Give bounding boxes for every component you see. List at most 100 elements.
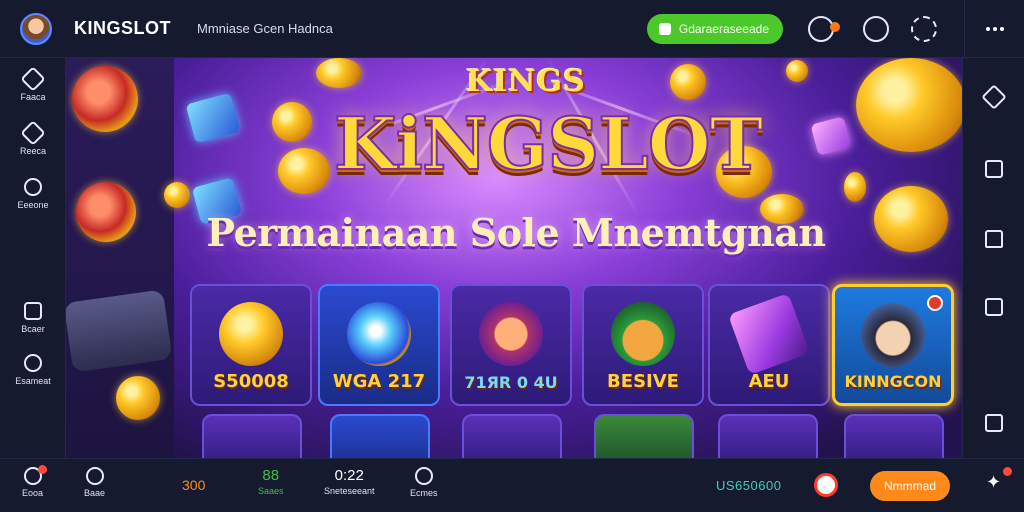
share-icon[interactable] bbox=[985, 414, 1003, 432]
deposit-button[interactable]: Gdaraeraseeade bbox=[646, 14, 783, 44]
treasure-box-decoration bbox=[66, 289, 173, 373]
sidebar-item-label: Reeca bbox=[19, 146, 46, 156]
red-coin-decoration bbox=[76, 182, 136, 242]
coin-decoration bbox=[272, 102, 312, 142]
game-card[interactable]: BESIVE bbox=[582, 284, 704, 406]
hero-title: KiNGSLOT bbox=[333, 101, 764, 186]
support-icon[interactable] bbox=[863, 16, 889, 42]
bottom-nav-value: 0:22 bbox=[334, 467, 364, 484]
header-subtitle: Mmniase Gcen Hadnca bbox=[197, 21, 333, 36]
app-window: KINGSLOT Mmniase Gcen Hadnca Gdaraerasee… bbox=[0, 0, 1024, 512]
bottom-nav-timer[interactable]: Ecmes bbox=[410, 467, 438, 498]
sidebar-item-label: Faaca bbox=[20, 92, 46, 102]
game-card-label: S50008 bbox=[213, 371, 289, 392]
game-card-partial[interactable] bbox=[594, 414, 694, 458]
bottom-nav-value: 88 bbox=[262, 467, 280, 484]
game-card-label: KINNGCON bbox=[844, 372, 942, 391]
sidebar-item-info[interactable]: Esameat bbox=[0, 354, 66, 386]
hero-banner: KINGS KiNGSLOT Permainaan Sole Mnemtgnan… bbox=[66, 58, 962, 458]
bottom-nav-label: Eooa bbox=[22, 488, 44, 498]
hero-character-icon bbox=[861, 303, 925, 367]
more-menu-icon[interactable] bbox=[964, 0, 1024, 58]
red-coin-decoration bbox=[72, 66, 138, 132]
wallet-icon bbox=[24, 302, 42, 320]
coin-decoration bbox=[164, 182, 190, 208]
bottom-nav-chat[interactable]: Baae bbox=[84, 467, 105, 498]
info-icon bbox=[24, 354, 42, 372]
rocket-icon bbox=[23, 465, 47, 485]
loading-icon[interactable] bbox=[911, 16, 937, 42]
sidebar-item-wallet[interactable]: Bcaer bbox=[0, 302, 66, 334]
star-icon[interactable]: ✦ bbox=[986, 467, 1012, 491]
notification-badge bbox=[1003, 467, 1012, 476]
game-card-label: BESIVE bbox=[607, 371, 679, 392]
games-icon bbox=[20, 120, 46, 146]
bottom-nav-label: Baae bbox=[84, 488, 106, 498]
home-icon bbox=[20, 66, 46, 92]
bottom-nav-label: Ecmes bbox=[410, 488, 438, 498]
cat-mascot-icon bbox=[479, 302, 543, 366]
brand-name[interactable]: KINGSLOT bbox=[74, 18, 171, 39]
live-badge-icon bbox=[927, 295, 943, 311]
sidebar-item-label: Esameat bbox=[15, 376, 51, 386]
game-card[interactable]: AEU bbox=[708, 284, 830, 406]
kings-logo-text: KINGS bbox=[466, 64, 586, 99]
coin-decoration bbox=[116, 376, 160, 420]
right-sidebar bbox=[962, 58, 1024, 458]
external-link-icon[interactable] bbox=[985, 160, 1003, 178]
bottom-nav-rocket[interactable]: Eooa bbox=[22, 465, 47, 498]
bottom-nav-label: Saaes bbox=[258, 486, 284, 496]
sidebar-item-games[interactable]: Reeca bbox=[0, 120, 66, 156]
avatar[interactable] bbox=[20, 12, 52, 45]
game-card-partial[interactable] bbox=[718, 414, 818, 458]
game-card-label: AEU bbox=[748, 371, 790, 392]
big-coin-decoration bbox=[856, 58, 962, 152]
hero-tagline: Permainaan Sole Mnemtgnan bbox=[206, 210, 826, 255]
game-card[interactable]: S50008 bbox=[190, 284, 312, 406]
pink-gem-decoration bbox=[810, 116, 852, 156]
timer-icon bbox=[414, 467, 433, 485]
bottom-nav-label: Sneteseeant bbox=[324, 486, 375, 496]
search-icon[interactable] bbox=[814, 473, 838, 497]
crystal-bar-icon bbox=[727, 292, 811, 376]
game-card-partial[interactable] bbox=[462, 414, 562, 458]
play-button[interactable]: Nmmmad bbox=[870, 471, 950, 501]
promo-icon bbox=[24, 178, 42, 196]
game-card-label: 71ЯR 0 4U bbox=[464, 373, 558, 392]
bottom-nav-games[interactable]: 88 Saaes bbox=[258, 467, 284, 496]
bottom-nav-value: 300 bbox=[182, 477, 206, 493]
deposit-button-label: Gdaraeraseeade bbox=[678, 22, 769, 36]
coin-decoration bbox=[786, 60, 808, 82]
coin-decoration bbox=[278, 148, 330, 194]
game-card-partial[interactable] bbox=[844, 414, 944, 458]
game-card-partial[interactable] bbox=[330, 414, 430, 458]
bottom-nav-timer-display[interactable]: 0:22 Sneteseeant bbox=[324, 467, 375, 496]
game-card-selected[interactable]: KINNGCON bbox=[832, 284, 954, 406]
sidebar-item-label: Bcaer bbox=[21, 324, 45, 334]
coin-decoration bbox=[844, 172, 866, 202]
left-sidebar: Faaca Reeca Eeeone Bcaer Esameat bbox=[0, 58, 66, 458]
fox-mascot-icon bbox=[611, 302, 675, 366]
game-card[interactable]: WGA 217 bbox=[318, 284, 440, 406]
grid-icon[interactable] bbox=[985, 298, 1003, 316]
bottom-bar: Eooa Baae 300 88 Saaes 0:22 Sneteseeant … bbox=[0, 458, 1024, 512]
coin-decoration bbox=[670, 64, 706, 100]
gold-coin-icon bbox=[219, 302, 283, 366]
notification-badge bbox=[37, 465, 47, 474]
gift-icon bbox=[658, 23, 671, 35]
top-bar: KINGSLOT Mmniase Gcen Hadnca Gdaraerasee… bbox=[0, 0, 1024, 58]
game-card[interactable]: 71ЯR 0 4U bbox=[450, 284, 572, 406]
blue-gem-decoration bbox=[185, 92, 241, 144]
balance-display: US650600 bbox=[716, 478, 782, 493]
chat-icon bbox=[85, 467, 104, 485]
game-card-partial[interactable] bbox=[202, 414, 302, 458]
orb-icon bbox=[347, 302, 411, 366]
tag-icon[interactable] bbox=[981, 84, 1007, 110]
notification-badge bbox=[830, 22, 840, 32]
coin-decoration bbox=[316, 58, 362, 88]
coin-decoration bbox=[874, 186, 948, 252]
home-icon[interactable] bbox=[985, 230, 1003, 248]
sidebar-item-promo[interactable]: Eeeone bbox=[0, 178, 66, 210]
notification-icon[interactable] bbox=[808, 16, 840, 42]
sidebar-item-home[interactable]: Faaca bbox=[0, 66, 66, 102]
